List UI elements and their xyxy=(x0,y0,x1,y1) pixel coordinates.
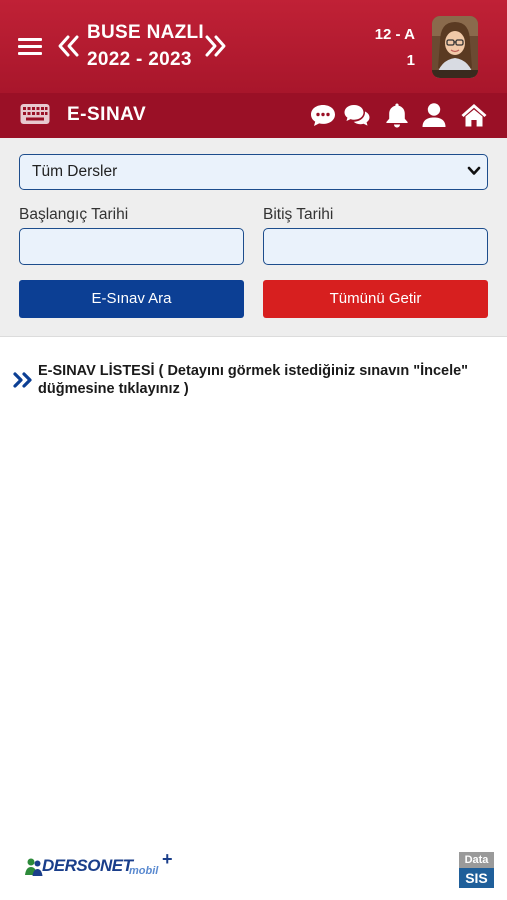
user-icon[interactable] xyxy=(420,101,448,129)
section-bar: E-SINAV xyxy=(0,93,507,138)
school-year: 2022 - 2023 xyxy=(87,49,192,70)
top-header: BUSE NAZLI 2022 - 2023 12 - A 1 xyxy=(0,0,507,93)
dersonet-logo: DERSONET mobil + xyxy=(25,849,175,881)
exam-list-title: E-SINAV LİSTESİ ( Detayını görmek istedi… xyxy=(38,362,504,398)
datasis-logo-top: Data xyxy=(459,852,494,868)
student-name: BUSE NAZLI xyxy=(87,22,204,43)
chevron-double-left-icon[interactable] xyxy=(57,30,81,62)
bell-icon[interactable] xyxy=(383,101,411,129)
exam-list-title-bold: E-SINAV LİSTESİ xyxy=(38,363,155,379)
keyboard-icon xyxy=(20,104,50,124)
course-select[interactable]: Tüm Dersler xyxy=(19,154,488,190)
search-exam-button[interactable]: E-Sınav Ara xyxy=(19,280,244,318)
course-select-value: Tüm Dersler xyxy=(32,163,118,180)
chevron-down-icon xyxy=(467,166,481,175)
datasis-logo: Data SIS xyxy=(459,852,494,888)
page-title: E-SINAV xyxy=(67,104,147,125)
plus-icon: + xyxy=(162,849,173,869)
end-date-field[interactable] xyxy=(263,228,488,265)
start-date-label: Başlangıç Tarihi xyxy=(19,206,129,223)
datasis-logo-bottom: SIS xyxy=(459,868,494,888)
home-icon[interactable] xyxy=(460,101,488,129)
people-icon xyxy=(25,858,43,876)
end-date-label: Bitiş Tarihi xyxy=(263,206,334,223)
comment-icon[interactable] xyxy=(309,101,337,129)
chevron-double-right-icon[interactable] xyxy=(203,30,227,62)
avatar[interactable] xyxy=(432,16,478,78)
dersonet-logo-sub: mobil xyxy=(129,865,159,877)
comments-icon[interactable] xyxy=(343,101,371,129)
start-date-field[interactable] xyxy=(19,228,244,265)
filter-panel: Tüm Dersler Başlangıç Tarihi Bitiş Tarih… xyxy=(0,138,507,337)
fetch-all-button[interactable]: Tümünü Getir xyxy=(263,280,488,318)
class-number: 1 xyxy=(406,52,415,69)
chevron-double-right-icon xyxy=(13,372,32,388)
class-name: 12 - A xyxy=(374,26,415,43)
menu-icon[interactable] xyxy=(18,38,42,56)
dersonet-logo-text: DERSONET xyxy=(42,856,133,875)
